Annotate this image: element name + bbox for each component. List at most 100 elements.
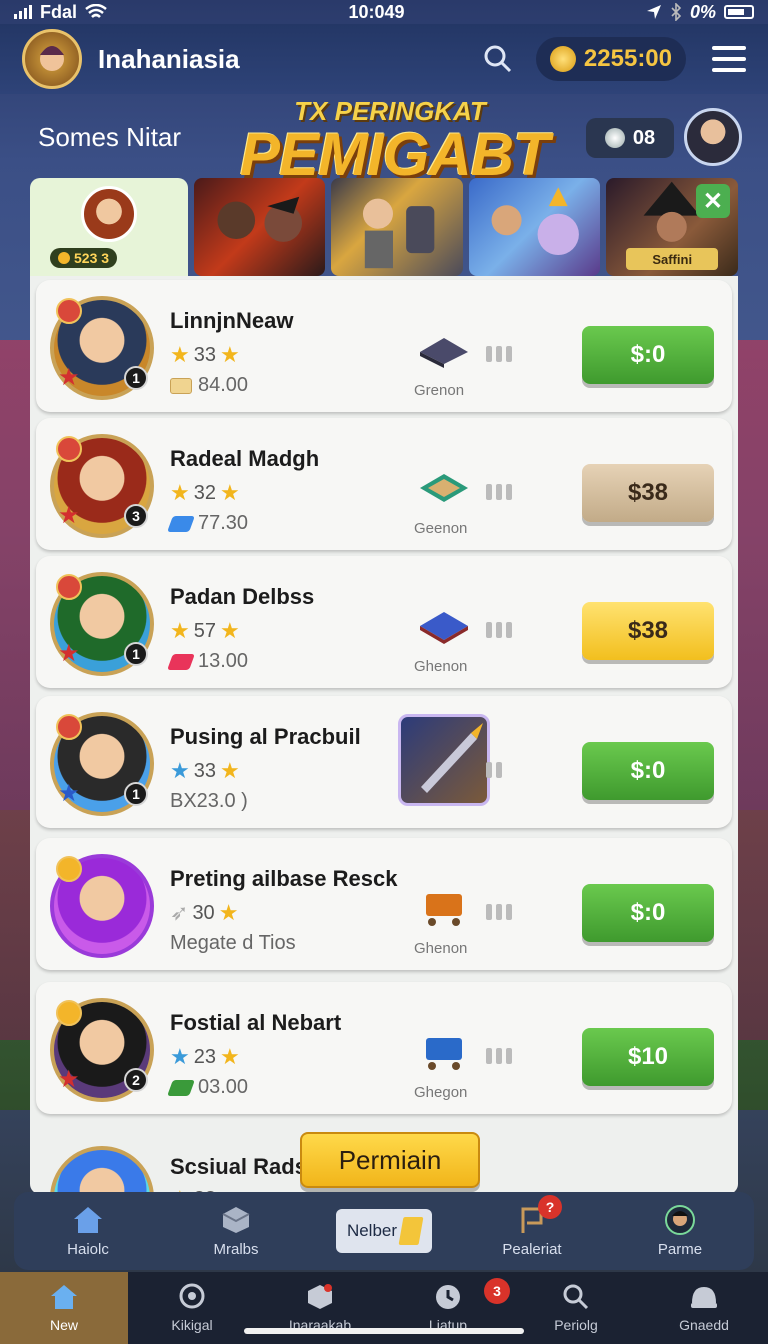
signal-bars-icon xyxy=(486,346,512,362)
hero-card-saffini[interactable]: ✕ Saffini xyxy=(606,178,738,276)
hero-price-tag: 523 3 xyxy=(50,248,118,268)
list-item[interactable]: Preting ailbase Resck ➶ 30 ★ Megate d Ti… xyxy=(36,838,732,970)
tile-icon xyxy=(420,338,468,368)
close-button[interactable]: ✕ xyxy=(695,184,730,218)
box-icon xyxy=(219,1205,253,1235)
carrier-name: Fdal xyxy=(40,1,78,22)
price-value: BX23.0 ) xyxy=(170,790,248,812)
star-icon: ★ xyxy=(170,618,190,643)
item-name: Preting ailbase Resck xyxy=(170,866,398,891)
avatar: ★ 1 xyxy=(50,712,154,816)
house-icon xyxy=(71,1205,105,1235)
list-item[interactable]: ★ 2 Fostial al Nebart ★ 23 ★ 03.00 Ghego… xyxy=(36,982,732,1114)
hero-pet-art xyxy=(491,187,579,256)
search-button[interactable] xyxy=(478,39,518,79)
star-icon: ★ xyxy=(219,618,240,643)
item-price: 77.30 xyxy=(167,512,248,535)
nav-item-mralbs[interactable]: Mralbs xyxy=(176,1205,296,1258)
ticket-button[interactable]: Nelber xyxy=(336,1209,432,1253)
hero-duo-art xyxy=(217,196,302,242)
wifi-icon xyxy=(85,4,107,18)
star-icon: ★ xyxy=(170,1044,190,1069)
status-bar: Fdal 10:049 0% xyxy=(0,0,768,24)
buy-button[interactable]: $38 xyxy=(582,464,714,522)
rating-value: 23 xyxy=(193,1045,216,1068)
profile-avatar[interactable] xyxy=(684,108,742,166)
offer-list: ★ 1 LinnjnNeaw ★ 33 ★ 84.00 Grenon $:0 ★… xyxy=(30,276,738,1194)
rank-badge-icon xyxy=(56,856,82,882)
buy-button[interactable]: $38 xyxy=(582,602,714,660)
tab-label: Kikigal xyxy=(171,1317,213,1333)
star-icon: ★ xyxy=(219,480,240,505)
nav-label: Haiolc xyxy=(67,1240,109,1258)
nav-item-parme[interactable]: Parme xyxy=(620,1204,740,1258)
app-logo[interactable] xyxy=(22,29,82,89)
star-badge-icon: ★ xyxy=(58,640,80,667)
nav-item-home[interactable]: Haiolc xyxy=(28,1205,148,1258)
rating-value: 30 xyxy=(192,901,215,924)
item-name: Scsiual Rads xyxy=(170,1154,307,1179)
clock-time: 10:049 xyxy=(348,1,405,22)
coin-balance[interactable]: 2255:00 xyxy=(535,37,686,81)
nav-label: Parme xyxy=(657,1240,703,1258)
rating-value: 33 xyxy=(193,343,216,366)
house-icon xyxy=(49,1283,79,1311)
book-icon xyxy=(420,612,468,644)
hero-avatar xyxy=(50,1146,154,1194)
list-item[interactable]: ★ 1 LinnjnNeaw ★ 33 ★ 84.00 Grenon $:0 xyxy=(36,280,732,412)
hero-card[interactable] xyxy=(331,178,463,276)
list-item[interactable]: ★ 1 Pusing al Pracbuil ★ 33 ★ BX23.0 ) $… xyxy=(36,696,732,828)
hero-card[interactable] xyxy=(468,178,601,276)
tab-new[interactable]: New xyxy=(0,1272,128,1344)
buy-button[interactable]: $10 xyxy=(582,1028,714,1086)
home-indicator[interactable] xyxy=(244,1328,524,1334)
signal-bars-icon xyxy=(486,904,512,920)
avatar xyxy=(50,1146,154,1194)
nav-item-nelber[interactable]: Nelber xyxy=(324,1209,444,1253)
rank-badge-icon xyxy=(56,1000,82,1026)
hero-label: Saffini xyxy=(626,248,718,270)
item-price: 13.00 xyxy=(167,650,248,673)
level-badge: 2 xyxy=(124,1068,148,1092)
item-name: Pusing al Pracbuil xyxy=(170,724,361,749)
gem-icon xyxy=(604,128,625,148)
item-price: 03.00 xyxy=(167,1076,248,1099)
star-icon: ★ xyxy=(219,342,240,367)
green-gem-icon xyxy=(167,1079,195,1096)
star-icon: ★ xyxy=(170,480,190,505)
play-button[interactable]: Permiain xyxy=(300,1132,480,1188)
top-header: Inahaniasia 2255:00 xyxy=(0,24,768,94)
location-arrow-icon xyxy=(646,5,661,19)
item-rating: ★ 57 ★ xyxy=(170,618,240,644)
gem-amount: 08 xyxy=(632,126,656,149)
buy-button[interactable]: $:0 xyxy=(582,884,714,942)
hero-portrait xyxy=(80,186,137,242)
star-badge-icon: ★ xyxy=(58,502,80,529)
nav-item-pealeriat[interactable]: ? Pealeriat xyxy=(472,1194,592,1258)
buy-button[interactable]: $:0 xyxy=(582,742,714,800)
red-gem-icon xyxy=(167,653,195,670)
hero-card-selected[interactable]: 523 3 xyxy=(30,178,188,276)
menu-button[interactable] xyxy=(712,46,746,72)
coin-icon xyxy=(58,252,70,264)
rating-value: 57 xyxy=(193,619,216,642)
hero-card[interactable] xyxy=(193,178,326,276)
tab-gnaedd[interactable]: Gnaedd xyxy=(640,1272,768,1344)
weapon-card-art xyxy=(398,714,490,806)
cart-icon xyxy=(426,894,462,926)
search-icon xyxy=(561,1283,591,1311)
ticket-icon xyxy=(170,377,192,394)
list-item[interactable]: ★ 1 Padan Delbss ★ 57 ★ 13.00 Ghenon $38 xyxy=(36,556,732,688)
gem-balance[interactable]: 08 xyxy=(586,118,674,158)
event-logo: TX PERINGKAT PEMIGABT xyxy=(240,96,550,185)
tab-periolg[interactable]: 3 Periolg xyxy=(484,1272,640,1344)
nav-label: Nelber xyxy=(346,1221,398,1240)
level-badge: 1 xyxy=(124,782,148,806)
list-item[interactable]: ★ 3 Radeal Madgh ★ 32 ★ 77.30 Geenon $38 xyxy=(36,418,732,550)
avatar-icon xyxy=(663,1204,697,1235)
tab-kikigal[interactable]: Kikigal xyxy=(128,1272,256,1344)
item-rating: ➶ 30 ★ xyxy=(170,900,238,926)
signal-bars-icon xyxy=(486,484,512,500)
buy-button[interactable]: $:0 xyxy=(582,326,714,384)
item-price: Megate d Tios xyxy=(170,932,296,955)
